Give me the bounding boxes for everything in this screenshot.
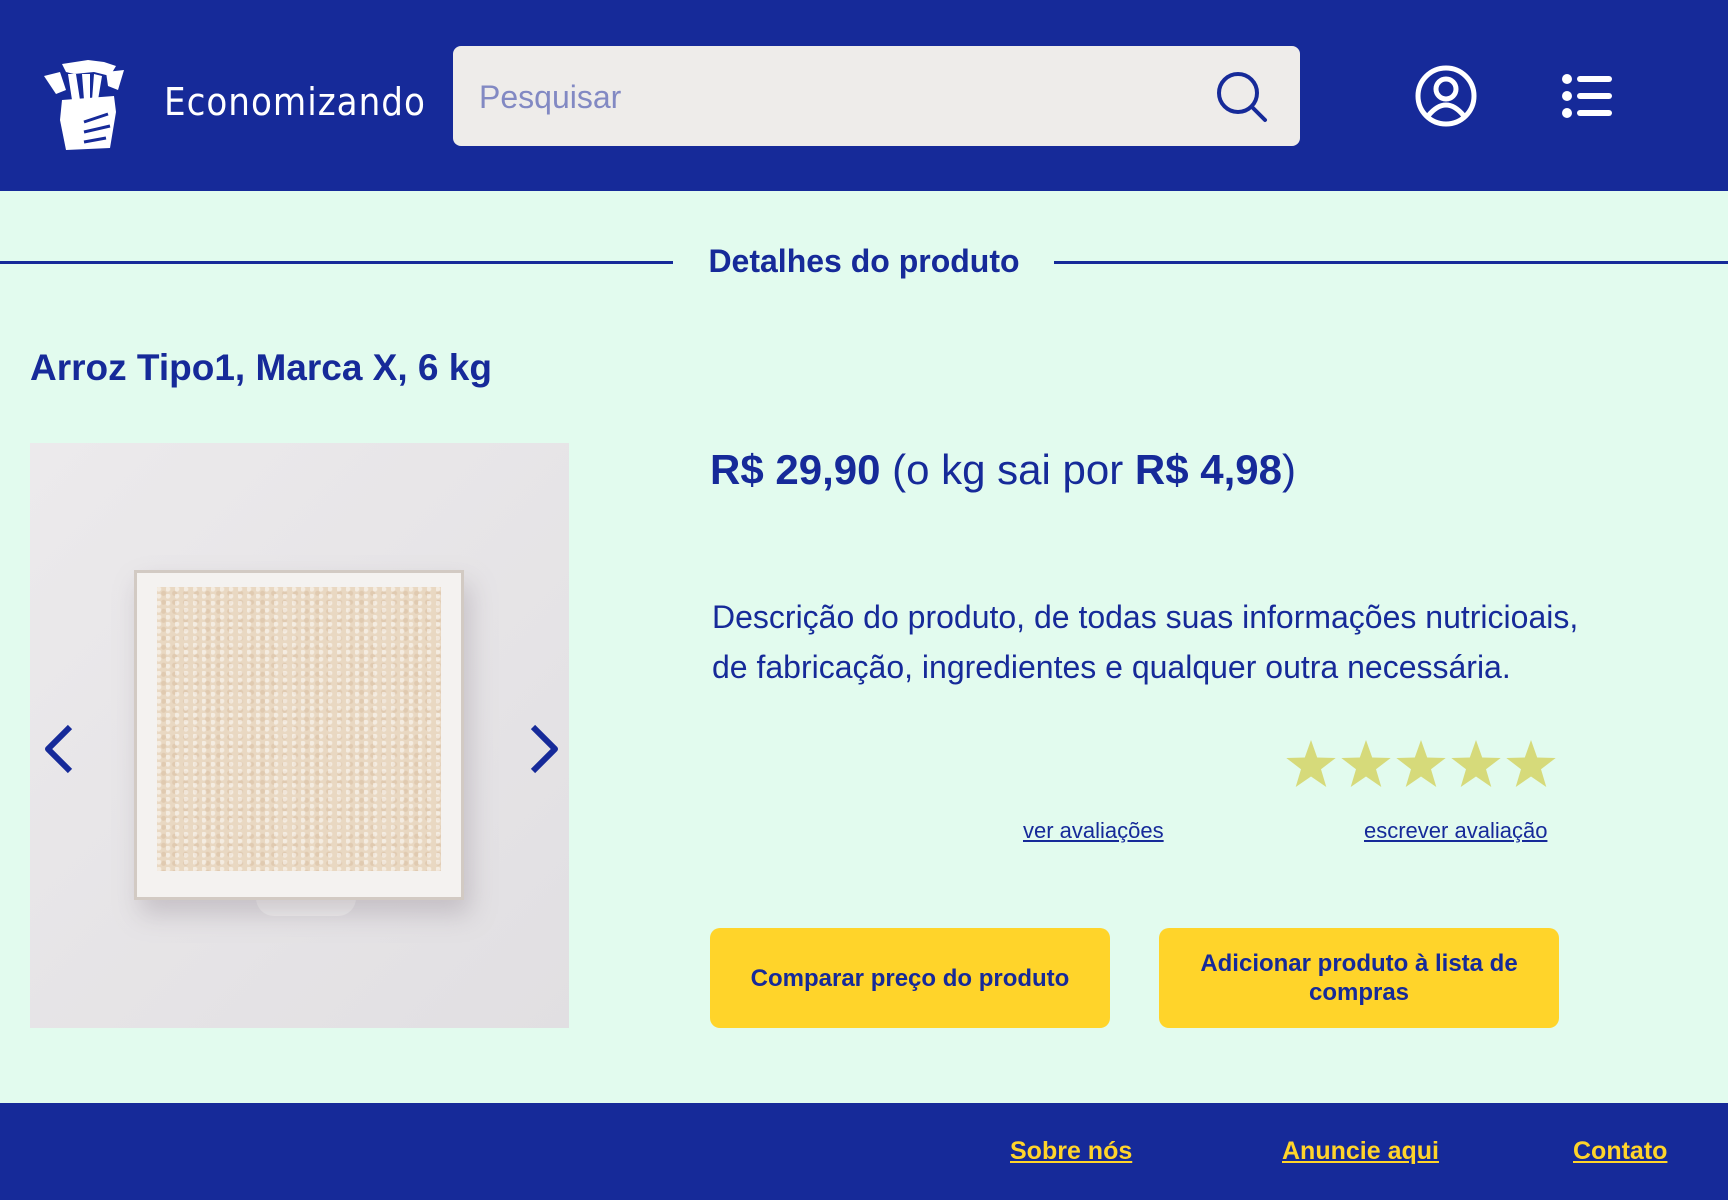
rice-texture: [157, 587, 441, 871]
star-icon[interactable]: [1396, 740, 1446, 787]
star-icon[interactable]: [1451, 740, 1501, 787]
brand-name: Economizando: [164, 80, 426, 124]
footer-link-about[interactable]: Sobre nós: [1010, 1137, 1132, 1166]
rating-stars[interactable]: [1285, 737, 1557, 793]
per-kg-suffix: ): [1282, 446, 1297, 493]
price-value: R$ 29,90: [710, 446, 881, 493]
section-divider-right: [1054, 261, 1728, 264]
footer-link-contact[interactable]: Contato: [1573, 1137, 1667, 1166]
star-icon[interactable]: [1506, 740, 1556, 787]
chevron-left-icon[interactable]: [42, 723, 76, 775]
logo-icon[interactable]: [44, 60, 130, 150]
star-icon[interactable]: [1341, 740, 1391, 787]
search-bar: [453, 46, 1300, 148]
chevron-right-icon[interactable]: [527, 723, 561, 775]
tray-foot: [256, 898, 356, 916]
compare-price-button[interactable]: Comparar preço do produto: [710, 928, 1110, 1028]
product-description: Descrição do produto, de todas suas info…: [712, 599, 1579, 685]
per-kg-prefix: (o kg sai por: [892, 446, 1124, 493]
user-icon[interactable]: [1414, 64, 1478, 128]
product-title: Arroz Tipo1, Marca X, 6 kg: [30, 347, 492, 388]
search-input[interactable]: [477, 46, 1201, 148]
star-icon[interactable]: [1286, 740, 1336, 787]
menu-icon[interactable]: [1562, 74, 1612, 118]
footer: Sobre nós Anuncie aqui Contato: [0, 1103, 1728, 1200]
write-review-link[interactable]: escrever avaliação: [1364, 818, 1547, 844]
product-price: R$ 29,90 (o kg sai por R$ 4,98): [710, 446, 1296, 494]
search-icon[interactable]: [1215, 70, 1269, 124]
view-reviews-link[interactable]: ver avaliações: [1023, 818, 1164, 844]
per-kg-price: R$ 4,98: [1134, 446, 1283, 493]
add-to-list-button[interactable]: Adicionar produto à lista de compras: [1159, 928, 1559, 1028]
footer-link-advertise[interactable]: Anuncie aqui: [1282, 1137, 1439, 1166]
rice-tray-image: [134, 570, 464, 900]
product-image: [30, 443, 569, 1028]
header: Economizando: [0, 0, 1728, 191]
